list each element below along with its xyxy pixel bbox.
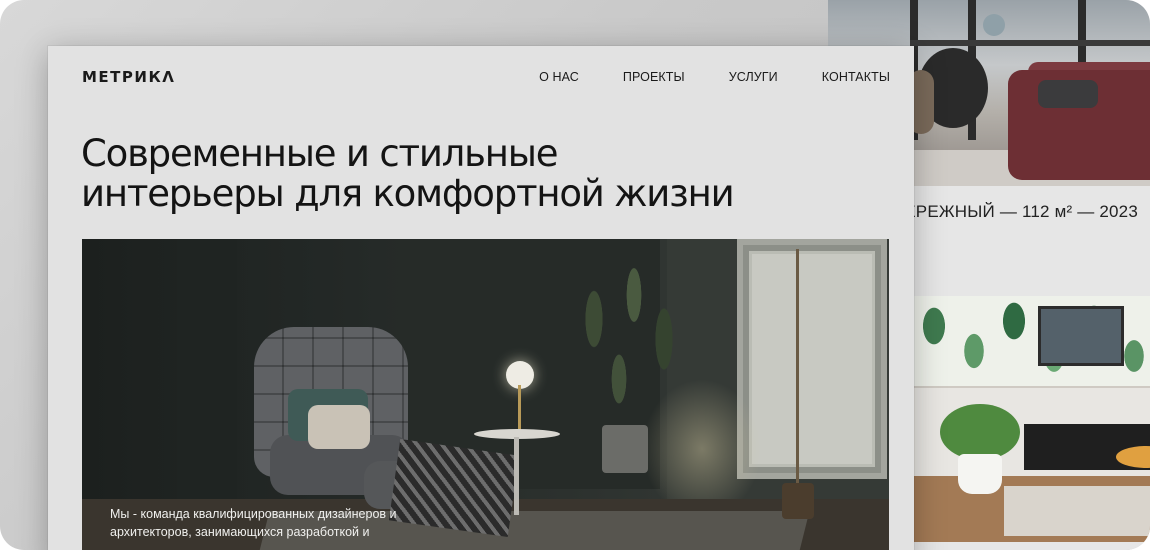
floor-lamp bbox=[796, 249, 799, 485]
nav-services[interactable]: УСЛУГИ bbox=[729, 70, 778, 84]
plant bbox=[940, 404, 1020, 460]
wall-tv bbox=[1038, 306, 1124, 366]
home-page: МЕТРИКΛ О НАС ПРОЕКТЫ УСЛУГИ КОНТАКТЫ Со… bbox=[48, 46, 914, 550]
nav-projects[interactable]: ПРОЕКТЫ bbox=[623, 70, 685, 84]
main-nav: О НАС ПРОЕКТЫ УСЛУГИ КОНТАКТЫ bbox=[539, 70, 890, 84]
city-dome bbox=[983, 14, 1005, 36]
project-caption-text: ОБЕРЕЖНЫЙ — 112 м² — 2023 bbox=[879, 202, 1138, 221]
nav-contacts[interactable]: КОНТАКТЫ bbox=[822, 70, 890, 84]
hero-image: Мы - команда квалифицированных дизайнеро… bbox=[82, 239, 889, 550]
hero-headline: Современные и стильные интерьеры для ком… bbox=[81, 134, 801, 214]
side-table-leg bbox=[514, 437, 519, 515]
table-lamp-stem bbox=[518, 385, 521, 431]
floor-lamp-base bbox=[782, 483, 814, 519]
rug bbox=[1004, 486, 1150, 536]
plant-pot bbox=[602, 425, 648, 473]
nav-about[interactable]: О НАС bbox=[539, 70, 579, 84]
sofa-pillow bbox=[1038, 80, 1098, 108]
window-sill bbox=[910, 40, 1150, 46]
plant bbox=[564, 259, 694, 429]
hero-description: Мы - команда квалифицированных дизайнеро… bbox=[110, 507, 397, 539]
plant-pot bbox=[958, 454, 1002, 494]
cushion-beige bbox=[308, 405, 370, 449]
screenshot-frame: ОБЕРЕЖНЫЙ — 112 м² — 2023 МЕТРИКΛ О НАС … bbox=[0, 0, 1150, 550]
hero-headline-line-1: Современные и стильные bbox=[81, 132, 559, 175]
hero-headline-line-2: интерьеры для комфортной жизни bbox=[81, 172, 735, 215]
brand-logo[interactable]: МЕТРИКΛ bbox=[82, 68, 175, 86]
